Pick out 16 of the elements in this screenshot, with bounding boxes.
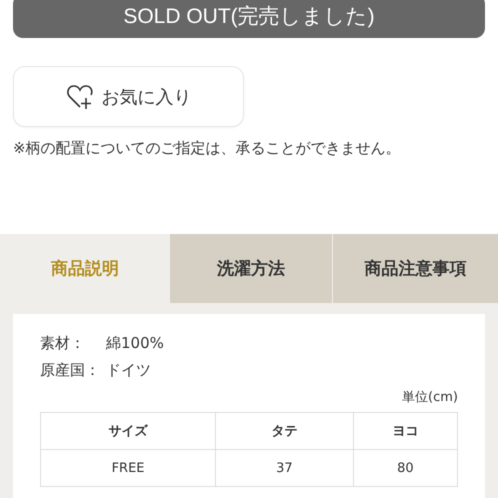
tab[interactable]: 商品注意事項 xyxy=(333,234,498,303)
table-cell: 80 xyxy=(353,450,458,486)
note-text: ※柄の配置についてのご指定は、承ることができません。 xyxy=(13,139,402,158)
favorite-button[interactable]: お気に入り xyxy=(13,66,244,127)
column-header: ヨコ xyxy=(353,412,458,450)
heart-plus-icon xyxy=(66,84,94,110)
detail-label: 素材： xyxy=(40,334,86,353)
column-header: サイズ xyxy=(40,412,216,450)
unit-label: 単位(cm) xyxy=(401,389,458,406)
detail-value: 綿100% xyxy=(106,334,164,353)
column-header: タテ xyxy=(216,412,354,450)
detail-value: ドイツ xyxy=(106,361,151,380)
tab[interactable]: 洗濯方法 xyxy=(170,234,332,303)
table-cell: FREE xyxy=(40,450,216,486)
table-cell: 37 xyxy=(216,450,354,486)
detail-label: 原産国： xyxy=(40,361,101,380)
